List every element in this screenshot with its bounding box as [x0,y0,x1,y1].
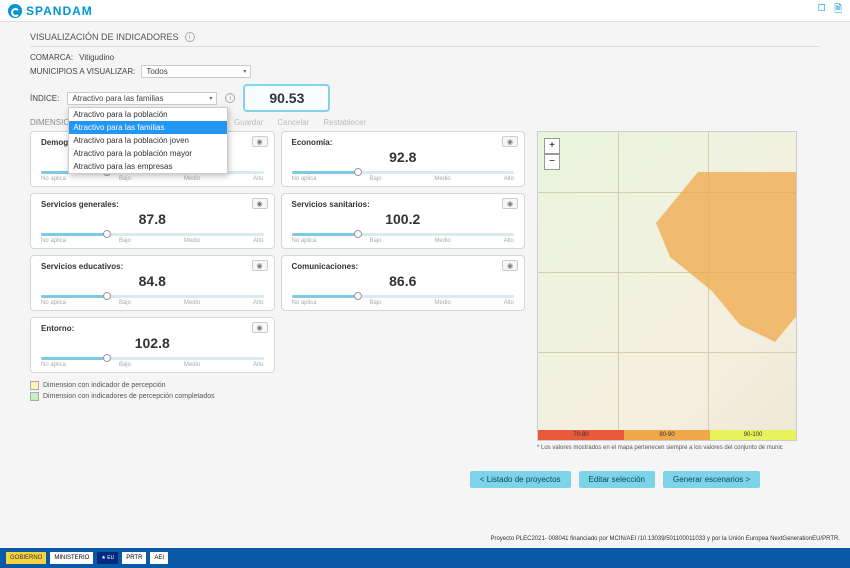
eye-icon[interactable]: ◉ [252,198,268,209]
legend-complete: Dimension con indicadores de percepción … [43,393,215,400]
document-icon[interactable]: 🗎 [834,2,842,19]
action-buttons: < Listado de proyectos Editar selección … [410,471,820,488]
chevron-down-icon: ▾ [209,95,212,102]
card-title: Servicios sanitarios: [292,200,515,209]
topbar-actions: ◻ 🗎 [818,2,842,19]
card-value: 100.2 [292,211,515,227]
map-range-mid: 80-90 [624,430,710,440]
card-value: 84.8 [41,273,264,289]
card-title: Servicios generales: [41,200,264,209]
footer-logo-aei: AEI [150,552,168,564]
indice-dropdown: Atractivo para la población Atractivo pa… [68,107,228,174]
zoom-out-button[interactable]: − [544,154,560,170]
indice-option[interactable]: Atractivo para las familias [69,121,227,134]
indice-option[interactable]: Atractivo para las empresas [69,160,227,173]
index-score: 90.53 [243,84,330,112]
indice-value: Atractivo para las familias [72,94,163,103]
municipios-select[interactable]: Todos ▾ [141,65,251,78]
eye-icon[interactable]: ◉ [252,260,268,271]
card-title: Servicios educativos: [41,262,264,271]
card-value: 92.8 [292,149,515,165]
footer-logo-min: MINISTERIO [50,552,93,564]
slider-labels: No aplicaBajoMedioAlto [292,300,515,306]
edit-button[interactable]: Editar selección [579,471,655,488]
slider-labels: No aplicaBajoMedioAlto [41,176,264,182]
eye-icon[interactable]: ◉ [252,136,268,147]
indice-option[interactable]: Atractivo para la población [69,108,227,121]
brand: SPANDAM [8,4,93,18]
eye-icon[interactable]: ◉ [502,198,518,209]
filters: COMARCA: Vitigudino MUNICIPIOS A VISUALI… [30,53,820,127]
eye-icon[interactable]: ◉ [252,322,268,333]
info-icon[interactable]: i [185,32,195,42]
card-value: 86.6 [292,273,515,289]
indice-option[interactable]: Atractivo para la población joven [69,134,227,147]
card-value: 87.8 [41,211,264,227]
municipios-value: Todos [146,67,167,76]
footer-logo-prtr: PRTR [122,552,146,564]
map-range-low: 70-80 [538,430,624,440]
slider[interactable] [292,171,515,174]
slider-labels: No aplicaBajoMedioAlto [41,238,264,244]
map[interactable]: + − 70-80 80-90 90-100 [537,131,797,441]
eye-icon[interactable]: ◉ [502,260,518,271]
chevron-down-icon: ▾ [243,68,246,75]
slider[interactable] [41,357,264,360]
card-title: Economía: [292,138,515,147]
slider-labels: No aplicaBajoMedioAlto [41,300,264,306]
eye-icon[interactable]: ◉ [502,136,518,147]
slider-labels: No aplicaBajoMedioAlto [292,238,515,244]
dimension-card: ◉Entorno: 102.8 No aplicaBajoMedioAlto [30,317,275,373]
legend: Dimension con indicador de percepción Di… [30,381,525,401]
slider[interactable] [41,295,264,298]
map-range-high: 90-100 [710,430,796,440]
map-legend-bar: 70-80 80-90 90-100 [538,430,796,440]
brand-logo-icon [8,4,22,18]
indice-select[interactable]: Atractivo para las familias ▾ Atractivo … [67,92,217,105]
footer-logo-eu: ★ EU [97,552,118,564]
slider-labels: No aplicaBajoMedioAlto [292,176,515,182]
card-title: Comunicaciones: [292,262,515,271]
card-value: 102.8 [41,335,264,351]
footer-logo-gob: GOBIERNO [6,552,46,564]
map-region-highlight [656,172,796,342]
scenarios-button[interactable]: Generar escenarios > [663,471,760,488]
card-title: Entorno: [41,324,264,333]
slider-labels: No aplicaBajoMedioAlto [41,362,264,368]
municipios-label: MUNICIPIOS A VISUALIZAR: [30,67,135,76]
map-note: * Los valores mostrados en el mapa perte… [537,445,820,451]
info-icon[interactable]: i [225,93,235,103]
dimension-card: ◉Servicios educativos: 84.8 No aplicaBajoM… [30,255,275,311]
save-button[interactable]: Guardar [234,118,263,127]
section-title: VISUALIZACIÓN DE INDICADORES [30,32,179,42]
brand-text: SPANDAM [26,4,93,18]
footer-credit: Proyecto PLEC2021- 008041 financiado por… [490,536,840,542]
legend-partial: Dimension con indicador de percepción [43,382,166,389]
dimension-card: ◉Economía: 92.8 No aplicaBajoMedioAlto [281,131,526,187]
legend-swatch-green [30,392,39,401]
window-icon[interactable]: ◻ [818,2,826,19]
projects-button[interactable]: < Listado de proyectos [470,471,571,488]
topbar: SPANDAM ◻ 🗎 [0,0,850,22]
map-column: + − 70-80 80-90 90-100 * Los valores mos… [537,131,820,451]
dimension-card: ◉Servicios generales: 87.8 No aplicaBajoMe… [30,193,275,249]
indice-option[interactable]: Atractivo para la población mayor [69,147,227,160]
indice-label: ÍNDICE: [30,94,59,103]
dimension-card: ◉Comunicaciones: 86.6 No aplicaBajoMedioAl… [281,255,526,311]
dimension-card: ◉Servicios sanitarios: 100.2 No aplicaBajo… [281,193,526,249]
zoom-in-button[interactable]: + [544,138,560,154]
legend-swatch-yellow [30,381,39,390]
slider[interactable] [292,233,515,236]
comarca-label: COMARCA: [30,53,73,62]
reset-button[interactable]: Restablecer [323,118,366,127]
slider[interactable] [41,233,264,236]
footer-bar: GOBIERNO MINISTERIO ★ EU PRTR AEI [0,548,850,568]
section-title-row: VISUALIZACIÓN DE INDICADORES i [30,28,820,47]
slider[interactable] [292,295,515,298]
cancel-button[interactable]: Cancelar [277,118,309,127]
comarca-value: Vitigudino [79,53,114,62]
